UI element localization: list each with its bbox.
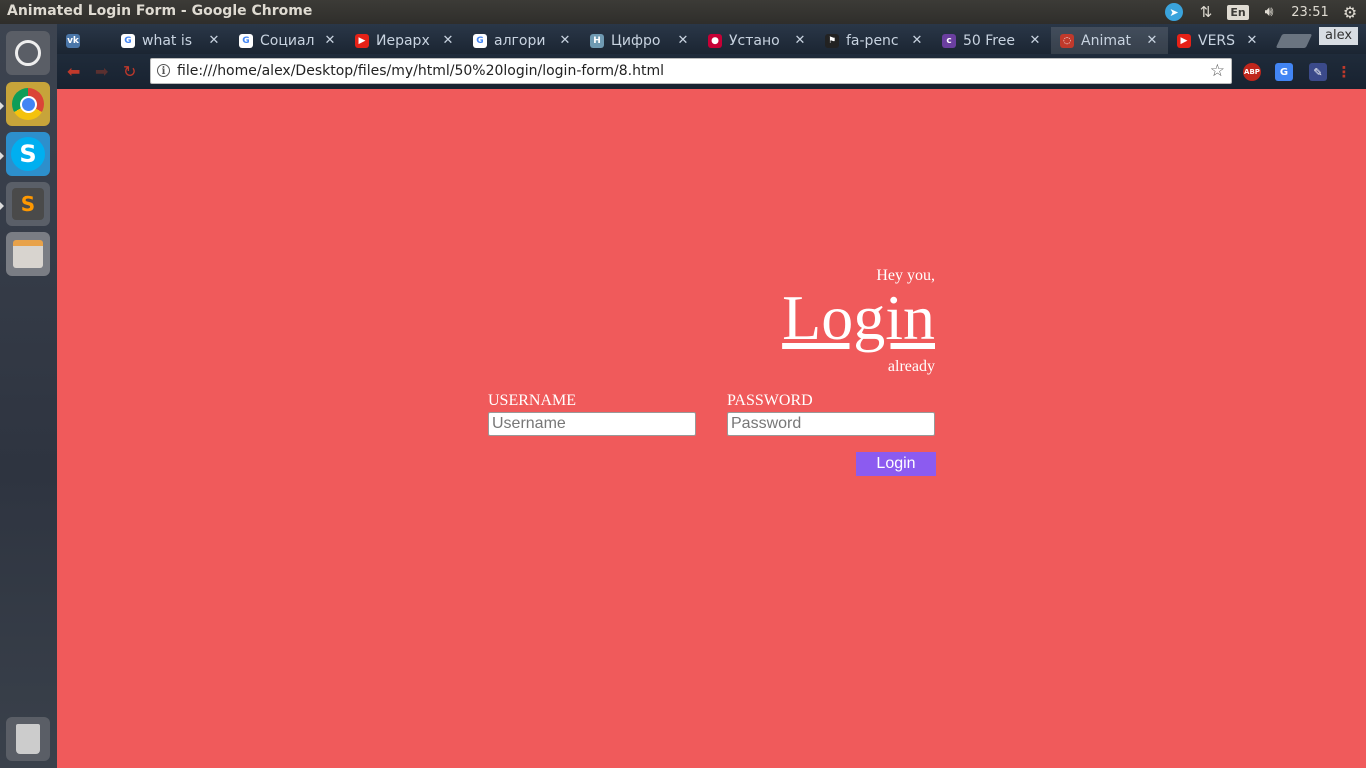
browser-tab[interactable]: Gалгори ✕: [464, 27, 581, 54]
close-icon[interactable]: ✕: [206, 33, 222, 48]
adblock-plus-icon[interactable]: ABP: [1243, 63, 1261, 81]
sublime-text-launcher-button[interactable]: S: [6, 182, 50, 226]
chrome-launcher-button[interactable]: [6, 82, 50, 126]
running-indicator: [0, 152, 4, 160]
browser-tab-strip: vk Gwhat is ✕ G Социал ✕ ▶ Иерарх ✕ Gалгори ✕ H Цифр…: [57, 24, 1366, 54]
gear-icon[interactable]: ⚙: [1340, 2, 1360, 22]
chrome-icon: [12, 88, 44, 120]
address-bar[interactable]: i file:///home/alex/Desktop/files/my/htm…: [150, 58, 1232, 84]
trash-icon: [16, 724, 40, 754]
info-icon[interactable]: i: [157, 64, 170, 77]
tab-label: Animat: [1081, 32, 1132, 49]
browser-tab[interactable]: ◌ Animat ✕: [1051, 27, 1168, 54]
browser-tab[interactable]: ● Устано ✕: [699, 27, 816, 54]
debian-icon: ●: [708, 33, 722, 48]
browser-tab[interactable]: c 50 Free ✕: [933, 27, 1051, 54]
sublime-text-icon: S: [12, 188, 44, 220]
close-icon[interactable]: ✕: [792, 33, 808, 48]
browser-tab[interactable]: ▶ VERS ✕: [1168, 27, 1268, 54]
launcher-sidebar: S S: [0, 24, 58, 768]
close-icon[interactable]: ✕: [675, 33, 691, 48]
bookmark-star-icon[interactable]: ☆: [1210, 61, 1225, 81]
running-indicator: [0, 202, 4, 210]
clock[interactable]: 23:51: [1290, 2, 1330, 22]
browser-tab[interactable]: vk: [57, 27, 97, 54]
new-tab-button[interactable]: [1275, 34, 1313, 48]
network-icon[interactable]: ⇅: [1195, 2, 1217, 22]
browser-tab[interactable]: ▶ Иерарх ✕: [346, 27, 464, 54]
url-text[interactable]: file:///home/alex/Desktop/files/my/html/…: [177, 63, 664, 79]
chrome-page-icon: ◌: [1060, 33, 1074, 48]
subtitle-text: already: [887, 358, 935, 375]
login-heading[interactable]: Login: [782, 282, 935, 353]
browser-tab[interactable]: H Цифро ✕: [581, 27, 699, 54]
file-cabinet-icon: [13, 240, 43, 268]
tab-label: Цифро: [611, 32, 661, 49]
tab-label: fa-penc: [846, 32, 899, 49]
browser-tab[interactable]: G Социал ✕: [230, 27, 346, 54]
colorlib-icon: c: [942, 33, 956, 48]
skype-launcher-button[interactable]: S: [6, 132, 50, 176]
tab-label: алгори: [494, 32, 546, 49]
files-launcher-button[interactable]: [6, 232, 50, 276]
close-icon[interactable]: ✕: [1027, 33, 1043, 48]
google-icon: G: [473, 33, 487, 48]
browser-tab[interactable]: ⚑ fa-penc ✕: [816, 27, 933, 54]
keyboard-layout-label: En: [1227, 4, 1249, 20]
page-content: Hey you, Login already USERNAME PASSWORD…: [57, 89, 1366, 768]
forward-arrow-icon[interactable]: ➡: [95, 62, 108, 81]
close-icon[interactable]: ✕: [557, 33, 573, 48]
tab-label: Устано: [729, 32, 780, 49]
window-title: Animated Login Form - Google Chrome: [7, 3, 313, 19]
browser-toolbar: ⬅ ➡ ↻ i file:///home/alex/Desktop/files/…: [57, 54, 1366, 89]
password-label: PASSWORD: [727, 392, 813, 409]
tab-label: Иерарх: [376, 32, 430, 49]
google-icon: G: [121, 33, 135, 48]
back-arrow-icon[interactable]: ⬅: [67, 62, 80, 81]
tab-label: 50 Free: [963, 32, 1015, 49]
dash-home-button[interactable]: [6, 31, 50, 75]
login-button[interactable]: Login: [856, 452, 936, 476]
close-icon[interactable]: ✕: [440, 33, 456, 48]
habr-icon: H: [590, 33, 604, 48]
browser-tab[interactable]: Gwhat is ✕: [112, 27, 230, 54]
close-icon[interactable]: ✕: [909, 33, 925, 48]
username-label: USERNAME: [488, 392, 577, 409]
youtube-icon: ▶: [1177, 33, 1191, 48]
tab-label: Социал: [260, 32, 315, 49]
close-icon[interactable]: ✕: [1144, 33, 1160, 48]
skype-icon: S: [11, 137, 45, 171]
google-translate-icon[interactable]: G: [1275, 63, 1293, 81]
google-icon: G: [239, 33, 253, 48]
system-top-bar: Animated Login Form - Google Chrome ➤ ⇅ …: [0, 0, 1366, 24]
profile-button[interactable]: alex: [1319, 27, 1359, 45]
extension-pencil-icon[interactable]: ✎: [1309, 63, 1327, 81]
password-input[interactable]: [727, 412, 935, 436]
close-icon[interactable]: ✕: [1244, 33, 1260, 48]
running-indicator: [0, 102, 4, 110]
tab-label: VERS: [1198, 32, 1236, 49]
username-input[interactable]: [488, 412, 696, 436]
tab-label: what is: [142, 32, 193, 49]
trash-launcher-button[interactable]: [6, 717, 50, 761]
chrome-menu-icon[interactable]: ⋮: [1337, 63, 1352, 81]
vk-icon: vk: [66, 33, 80, 48]
youtube-icon: ▶: [355, 33, 369, 48]
telegram-icon[interactable]: ➤: [1163, 2, 1185, 22]
keyboard-layout-indicator[interactable]: En: [1227, 2, 1249, 22]
close-icon[interactable]: ✕: [322, 33, 338, 48]
volume-icon[interactable]: 🔊︎: [1258, 2, 1280, 22]
flag-icon: ⚑: [825, 33, 839, 48]
reload-icon[interactable]: ↻: [123, 62, 136, 81]
ubuntu-logo-icon: [15, 40, 41, 66]
